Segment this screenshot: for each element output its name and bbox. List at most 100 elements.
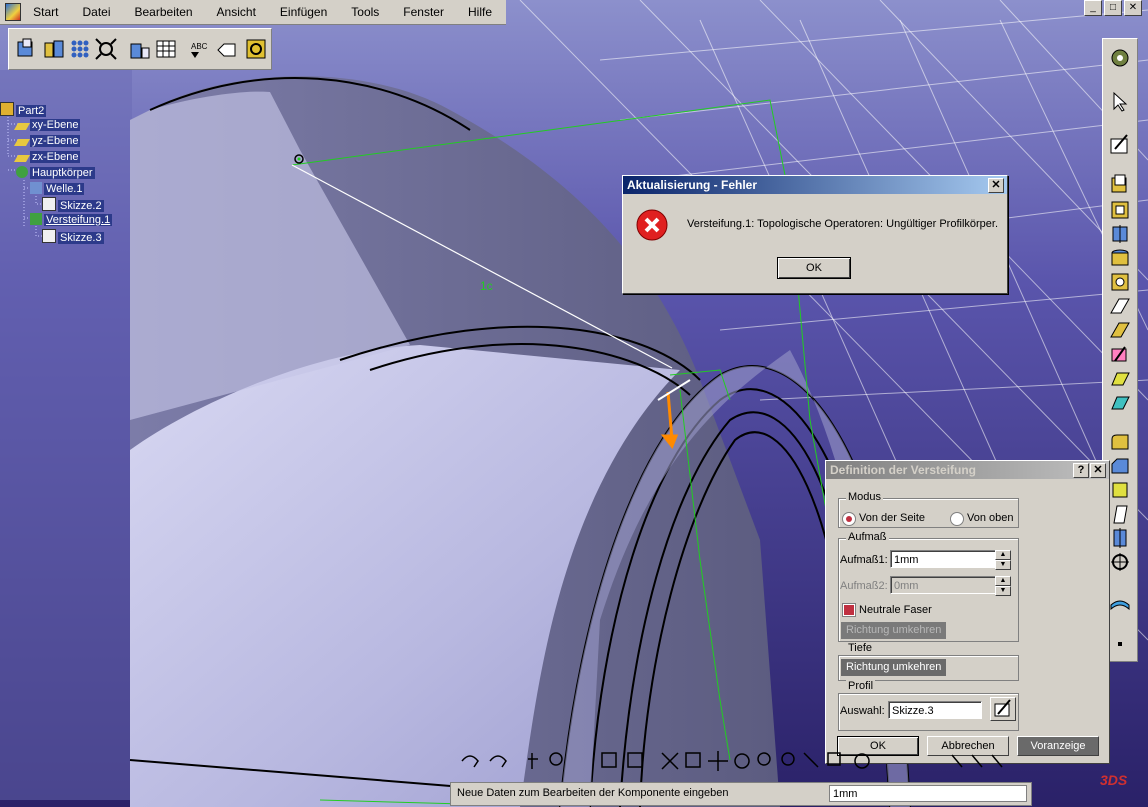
aufmass2-label: Aufmaß2: (840, 580, 888, 592)
tree-node-shaft[interactable]: Welle.1 (30, 182, 85, 196)
menu-datei[interactable]: Datei (72, 0, 124, 24)
fit-all-icon[interactable] (95, 38, 117, 60)
fillet-icon[interactable] (1109, 431, 1131, 453)
menu-einfuegen[interactable]: Einfügen (270, 0, 341, 24)
sketch-edit-button[interactable] (990, 697, 1016, 721)
part-design-icon[interactable] (15, 38, 37, 60)
menu-bearbeiten[interactable]: Bearbeiten (125, 0, 207, 24)
close-window-button[interactable]: ✕ (1124, 0, 1142, 16)
thickness-icon[interactable] (1109, 527, 1131, 549)
aufmass1-spinner[interactable]: ▲ ▼ (995, 550, 1011, 570)
menu-tools[interactable]: Tools (341, 0, 393, 24)
tree-node-xy-plane[interactable]: xy-Ebene (13, 118, 81, 132)
select-arrow-icon[interactable] (1109, 91, 1131, 113)
pattern-icon[interactable] (69, 38, 91, 60)
stiffener-preview-button[interactable]: Voranzeige (1017, 736, 1099, 756)
apply-material-icon[interactable] (1109, 591, 1131, 613)
groove-icon[interactable] (1109, 247, 1131, 269)
constraint-icon[interactable] (129, 38, 151, 60)
sketcher-icon[interactable] (1109, 133, 1131, 155)
hide-show-icon[interactable] (951, 754, 1003, 768)
pocket-icon[interactable] (1109, 199, 1131, 221)
hole-icon[interactable] (1109, 271, 1131, 293)
table-icon[interactable] (155, 38, 177, 60)
rotate-icon[interactable] (734, 753, 750, 769)
slot-icon[interactable] (1109, 319, 1131, 341)
radio-von-der-seite[interactable] (842, 512, 856, 526)
shaft-icon (30, 182, 42, 194)
shell-icon[interactable] (1109, 503, 1131, 525)
grid-icon[interactable] (601, 752, 617, 768)
minimize-button[interactable]: _ (1084, 0, 1102, 16)
spin-up-icon: ▲ (995, 576, 1011, 586)
knowledge-icon[interactable] (549, 752, 563, 766)
loft-icon[interactable] (1109, 367, 1131, 389)
menu-ansicht[interactable]: Ansicht (207, 0, 270, 24)
tree-node-zx-plane[interactable]: zx-Ebene (13, 150, 81, 164)
fit-all-view-icon[interactable] (685, 752, 701, 768)
pad-icon[interactable] (1109, 173, 1131, 195)
profil-selection-field[interactable]: Skizze.3 (888, 701, 982, 719)
more-tools-icon[interactable] (1109, 633, 1131, 655)
plane-icon (13, 139, 31, 146)
redo-icon[interactable] (489, 755, 507, 768)
render-style-icon[interactable] (854, 753, 870, 769)
tree-node-main-body[interactable]: Hauptkörper (16, 166, 95, 180)
sketch-icon (42, 197, 56, 211)
spin-down-icon[interactable]: ▼ (995, 560, 1011, 570)
undo-icon[interactable] (461, 755, 479, 768)
status-message: Neue Daten zum Bearbeiten der Komponente… (457, 787, 729, 799)
move-icon[interactable] (708, 751, 728, 771)
catia-app-icon[interactable] (5, 3, 22, 21)
status-value-input[interactable]: 1mm (829, 785, 1027, 802)
tree-node-stiffener[interactable]: Versteifung.1 (30, 213, 113, 227)
measure-table-icon[interactable] (627, 752, 643, 768)
flag-note-icon[interactable] (215, 38, 237, 60)
stiffener-tool-icon[interactable] (1109, 343, 1131, 365)
3ds-logo: 3DS (1100, 772, 1128, 788)
menu-fenster[interactable]: Fenster (393, 0, 458, 24)
aufmass1-field[interactable]: 1mm (890, 550, 996, 568)
neutral-fiber-checkbox[interactable] (842, 603, 856, 617)
formula-icon[interactable] (528, 753, 538, 769)
restore-button[interactable]: □ (1104, 0, 1122, 16)
tree-node-sketch-3[interactable]: Skizze.3 (42, 229, 104, 244)
annotation-text-icon[interactable]: ABC (189, 38, 211, 60)
remove-loft-icon[interactable] (1109, 391, 1131, 413)
aufmass1-label: Aufmaß1: (840, 554, 888, 566)
tiefe-reverse-direction-button[interactable]: Richtung umkehren (841, 659, 947, 676)
shape-icon[interactable] (43, 38, 65, 60)
zoom-in-icon[interactable] (757, 752, 771, 766)
menu-hilfe[interactable]: Hilfe (458, 0, 506, 24)
bottom-toolbar (452, 745, 1026, 779)
spin-up-icon[interactable]: ▲ (995, 550, 1011, 560)
chamfer-icon[interactable] (1109, 455, 1131, 477)
rib-icon[interactable] (1109, 295, 1131, 317)
shaft-tool-icon[interactable] (1109, 223, 1131, 245)
error-dialog-close-button[interactable]: ✕ (988, 178, 1004, 193)
tree-node-yz-plane[interactable]: yz-Ebene (13, 134, 81, 148)
sketcher-icon (994, 699, 1011, 717)
radio-von-oben[interactable] (950, 512, 964, 526)
error-dialog-titlebar[interactable]: Aktualisierung - Fehler ✕ (623, 176, 1007, 194)
error-dialog: Aktualisierung - Fehler ✕ Versteifung.1:… (622, 175, 1008, 294)
menu-start[interactable]: Start (27, 0, 72, 24)
tree-node-part[interactable]: Part2 (0, 102, 47, 117)
error-message: Versteifung.1: Topologische Operatoren: … (687, 218, 999, 230)
stiffener-icon (30, 213, 42, 225)
normal-view-icon[interactable] (803, 752, 819, 768)
plane-icon (13, 155, 31, 162)
views-icon[interactable] (827, 752, 841, 766)
update-icon[interactable] (245, 38, 267, 60)
svg-text:ABC: ABC (191, 42, 208, 51)
pan-icon[interactable] (661, 752, 679, 770)
compass-icon[interactable] (1109, 47, 1131, 69)
stiffener-dialog-close-button[interactable]: ✕ (1090, 463, 1106, 478)
error-ok-button[interactable]: OK (777, 257, 851, 279)
measure-icon[interactable] (1109, 551, 1131, 573)
stiffener-dialog-titlebar[interactable]: Definition der Versteifung ? ✕ (826, 461, 1109, 479)
zoom-out-icon[interactable] (781, 752, 795, 766)
help-button[interactable]: ? (1073, 463, 1089, 478)
tree-node-sketch-2[interactable]: Skizze.2 (42, 197, 104, 212)
draft-icon[interactable] (1109, 479, 1131, 501)
